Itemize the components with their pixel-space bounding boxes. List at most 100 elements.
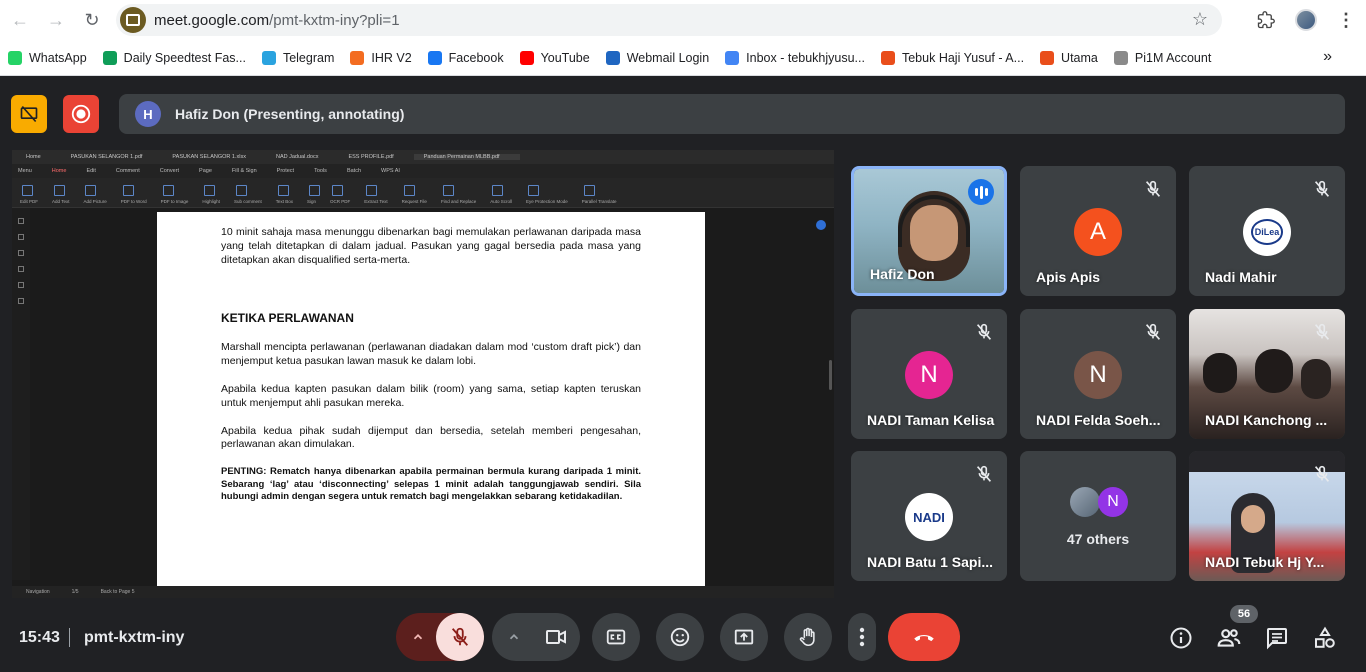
wps-tab: PASUKAN SELANGOR 1.xlsx <box>172 154 246 160</box>
present-off-icon[interactable] <box>11 95 47 133</box>
people-icon[interactable] <box>1214 623 1244 653</box>
participant-tile[interactable]: N NADI Felda Soeh... <box>1020 309 1176 439</box>
mic-off-icon <box>1145 323 1161 340</box>
others-label: 47 others <box>1066 531 1130 547</box>
bookmark-item[interactable]: Utama <box>1040 50 1098 65</box>
wps-ribbon-button: Eye Protection Mode <box>525 185 568 204</box>
participant-tile[interactable]: Hafiz Don <box>851 166 1007 296</box>
present-screen-button[interactable] <box>720 613 768 661</box>
wps-ribbon-button: OCR PDF <box>329 185 351 204</box>
participant-tile[interactable]: NADI NADI Batu 1 Sapi... <box>851 451 1007 581</box>
wps-menu-item: Page <box>199 168 212 174</box>
presenter-label: Hafiz Don (Presenting, annotating) <box>175 106 405 122</box>
bookmark-item[interactable]: Tebuk Haji Yusuf - A... <box>880 50 1024 65</box>
reload-icon[interactable]: ↻ <box>74 0 110 40</box>
bookmark-item[interactable]: YouTube <box>519 50 590 65</box>
wps-menu-item: WPS AI <box>381 168 400 174</box>
scrollbar <box>829 360 832 390</box>
pdf-heading: KETIKA PERLAWANAN <box>221 311 354 326</box>
participant-logo: DiLea <box>1243 208 1291 256</box>
bookmark-label: Utama <box>1061 50 1098 65</box>
bookmark-item[interactable]: IHR V2 <box>350 50 412 65</box>
shared-screen: Home PASUKAN SELANGOR 1.pdf PASUKAN SELANG… <box>12 150 834 598</box>
profile-avatar[interactable] <box>1286 0 1326 40</box>
wps-ribbon-button: Extract Text <box>364 185 388 204</box>
forward-icon[interactable]: → <box>38 0 74 40</box>
wps-tab: Home <box>26 154 41 160</box>
address-bar[interactable]: meet.google.com/pmt-kxtm-iny?pli=1 ☆ <box>116 4 1222 36</box>
participant-tile[interactable]: DiLea Nadi Mahir <box>1189 166 1345 296</box>
bookmark-star-icon[interactable]: ☆ <box>1192 9 1208 30</box>
participant-name: NADI Taman Kelisa <box>867 412 995 428</box>
extensions-icon[interactable] <box>1246 0 1286 40</box>
participant-tile[interactable]: NADI Tebuk Hj Y... <box>1189 451 1345 581</box>
wps-ribbon-button: Find and Replace <box>440 185 477 204</box>
photo-face <box>1241 505 1265 533</box>
raise-hand-button[interactable] <box>784 613 832 661</box>
wps-ribbon-button: Add Picture <box>83 185 107 204</box>
wps-ribbon-button: Text Box <box>275 185 293 204</box>
pdf-paragraph: Apabila kedua kapten pasukan dalam bilik… <box>221 382 641 409</box>
back-icon[interactable]: ← <box>2 0 38 40</box>
reactions-button[interactable] <box>656 613 704 661</box>
bookmark-item[interactable]: WhatsApp <box>8 50 87 65</box>
url-text[interactable]: meet.google.com/pmt-kxtm-iny?pli=1 <box>154 12 400 29</box>
bookmark-item[interactable]: Pi1M Account <box>1113 50 1211 65</box>
participant-name: Apis Apis <box>1036 269 1101 285</box>
wps-ai-icon <box>816 220 826 230</box>
chrome-menu-icon[interactable]: ⋮ <box>1326 0 1366 40</box>
bookmark-favicon-icon <box>725 50 740 65</box>
bookmark-label: Webmail Login <box>626 50 710 65</box>
bookmark-item[interactable]: Facebook <box>427 50 504 65</box>
participant-name: NADI Batu 1 Sapi... <box>867 554 994 570</box>
wps-ribbon-button: Parallel Translate <box>581 185 617 204</box>
bookmark-favicon-icon <box>261 50 276 65</box>
wps-ribbon-button: Request File <box>401 185 427 204</box>
audio-options-chevron-icon[interactable] <box>396 613 440 661</box>
captions-button[interactable] <box>592 613 640 661</box>
bookmark-item[interactable]: Inbox - tebukhjyusu... <box>725 50 865 65</box>
bookmark-item[interactable]: Telegram <box>261 50 334 65</box>
mic-off-button[interactable] <box>436 613 484 661</box>
bookmark-favicon-icon <box>880 50 895 65</box>
mic-off-icon <box>1145 180 1161 197</box>
wps-status-item: Navigation <box>26 589 50 595</box>
bookmark-item[interactable]: Webmail Login <box>605 50 710 65</box>
bookmark-favicon-icon <box>102 50 117 65</box>
wps-ribbon-button: Edit PDF <box>20 185 39 204</box>
wps-ribbon: Edit PDF Add Text Add Picture PDF to Word PD… <box>12 178 834 208</box>
activities-icon[interactable] <box>1310 623 1340 653</box>
wps-ribbon-button: Add Text <box>52 185 70 204</box>
bookmarks-overflow-icon[interactable]: » <box>1323 48 1332 66</box>
participant-name: Nadi Mahir <box>1205 269 1277 285</box>
more-options-button[interactable] <box>848 613 876 661</box>
participant-avatar: N <box>905 351 953 399</box>
bookmark-label: IHR V2 <box>371 50 412 65</box>
wps-menu-item: Tools <box>314 168 327 174</box>
wps-menu-item: Edit <box>86 168 96 174</box>
camera-button[interactable] <box>532 613 580 661</box>
speaking-indicator-icon <box>968 179 994 205</box>
mic-off-icon <box>976 323 992 340</box>
participant-tile[interactable]: A Apis Apis <box>1020 166 1176 296</box>
wps-menu-bar: Menu Home Edit Comment Convert Page Fill & Sig… <box>12 164 834 178</box>
chat-icon[interactable] <box>1262 623 1292 653</box>
bookmark-label: Facebook <box>448 50 504 65</box>
meeting-details-icon[interactable] <box>1166 623 1196 653</box>
others-avatar: N <box>1098 487 1128 517</box>
participant-tile[interactable]: N 47 others <box>1020 451 1176 581</box>
pdf-paragraph: Marshall mencipta perlawanan (perlawanan… <box>221 341 641 368</box>
site-info-icon[interactable] <box>120 7 146 33</box>
mic-off-icon <box>976 465 992 482</box>
recording-icon[interactable] <box>63 95 99 133</box>
participant-tile[interactable]: N NADI Taman Kelisa <box>851 309 1007 439</box>
participant-name: NADI Tebuk Hj Y... <box>1205 554 1325 570</box>
participant-tile[interactable]: NADI Kanchong ... <box>1189 309 1345 439</box>
participant-logo: NADI <box>905 493 953 541</box>
bookmark-item[interactable]: Daily Speedtest Fas... <box>102 50 246 65</box>
presenter-avatar: H <box>135 101 161 127</box>
leave-call-button[interactable] <box>888 613 960 661</box>
wps-ribbon-button: Highlight <box>202 185 220 204</box>
mic-off-icon <box>1314 465 1330 482</box>
video-options-chevron-icon[interactable] <box>492 613 536 661</box>
